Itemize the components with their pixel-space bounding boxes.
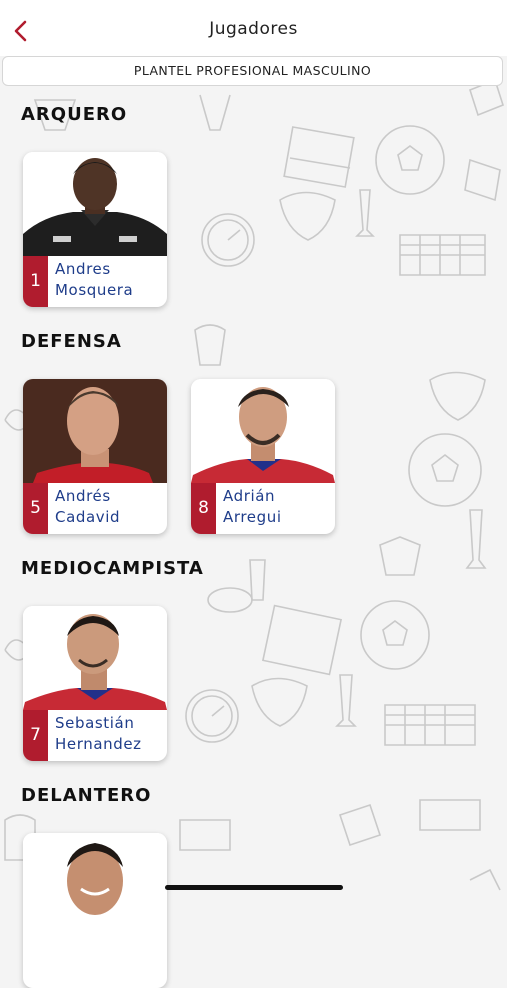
player-photo [191, 379, 335, 483]
player-first-name: Andrés [55, 487, 111, 505]
player-photo [23, 606, 167, 710]
section-title-arquero: ARQUERO [21, 104, 128, 125]
player-name: Andrés Cadavid [55, 486, 163, 528]
player-card-adrian-arregui[interactable]: 8 Adrián Arregui [191, 379, 335, 534]
app-header: Jugadores [0, 0, 507, 56]
player-last-name: Mosquera [55, 281, 134, 299]
player-first-name: Andres [55, 260, 111, 278]
player-name: Adrián Arregui [223, 486, 331, 528]
player-name: Andres Mosquera [55, 259, 163, 301]
squad-selector[interactable]: PLANTEL PROFESIONAL MASCULINO [2, 56, 503, 86]
player-card-sebastian-hernandez[interactable]: 7 Sebastián Hernandez [23, 606, 167, 761]
player-photo [23, 833, 167, 937]
page-title: Jugadores [209, 19, 298, 39]
player-photo [23, 152, 167, 256]
player-first-name: Sebastián [55, 714, 135, 732]
player-card-delantero[interactable] [23, 833, 167, 988]
section-title-delantero: DELANTERO [21, 785, 152, 806]
home-indicator [165, 885, 343, 890]
player-number-badge: 8 [191, 483, 216, 534]
player-name: Sebastián Hernandez [55, 713, 163, 755]
section-title-mediocampista: MEDIOCAMPISTA [21, 558, 204, 579]
player-card-andres-mosquera[interactable]: 1 Andres Mosquera [23, 152, 167, 307]
player-number-badge: 7 [23, 710, 48, 761]
player-first-name: Adrián [223, 487, 276, 505]
player-card-andres-cadavid[interactable]: 5 Andrés Cadavid [23, 379, 167, 534]
player-number-badge: 1 [23, 256, 48, 307]
player-last-name: Cadavid [55, 508, 121, 526]
player-number-badge: 5 [23, 483, 48, 534]
player-last-name: Hernandez [55, 735, 142, 753]
player-photo [23, 379, 167, 483]
section-title-defensa: DEFENSA [21, 331, 122, 352]
player-last-name: Arregui [223, 508, 282, 526]
